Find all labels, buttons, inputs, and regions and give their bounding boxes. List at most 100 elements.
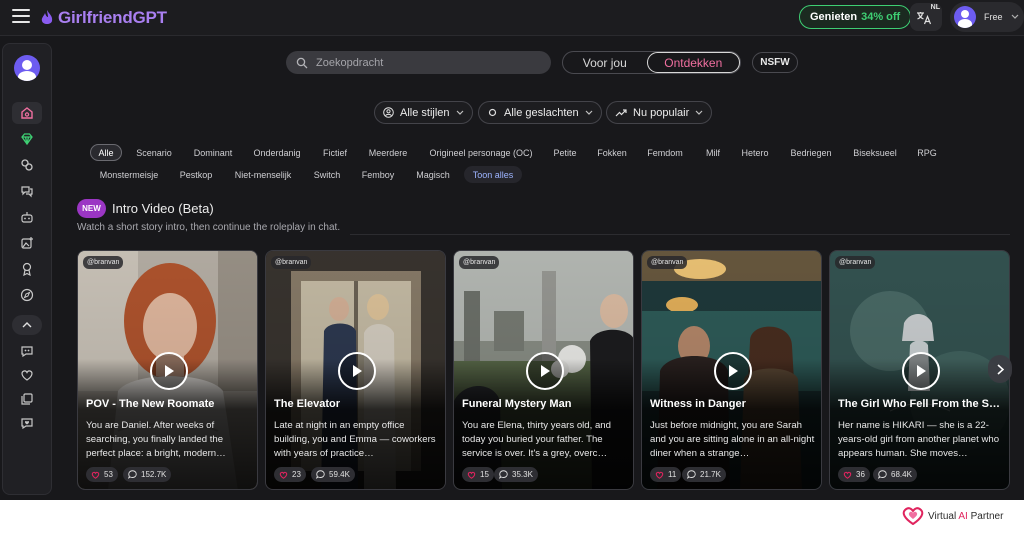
logo-text: GirlfriendGPT — [58, 8, 167, 27]
creator-tag[interactable]: @branvan — [83, 256, 124, 269]
nsfw-toggle[interactable]: NSFW — [752, 52, 798, 73]
tag-chip[interactable]: Niet-menselijk — [228, 166, 298, 183]
tag-chip[interactable]: Fokken — [592, 144, 632, 161]
tag-chip[interactable]: Magisch — [410, 166, 456, 183]
user-circle-icon — [383, 107, 394, 118]
video-card[interactable]: @branvan Funeral Mystery Man You are Ele… — [453, 250, 634, 490]
video-card[interactable]: @branvan The Girl Who Fell From the S… H… — [829, 250, 1010, 490]
menu-icon[interactable] — [12, 9, 30, 25]
likes-value: 11 — [668, 470, 677, 479]
tag-chip[interactable]: RPG — [912, 144, 942, 161]
carousel-next-button[interactable] — [988, 355, 1012, 383]
creator-tag[interactable]: @branvan — [835, 256, 876, 269]
sidebar-item-explore[interactable] — [12, 284, 42, 306]
heart-icon — [655, 471, 664, 479]
show-all-tags-button[interactable]: Toon alles — [464, 166, 522, 183]
play-button[interactable] — [338, 352, 376, 390]
tag-chip[interactable]: Fictief — [316, 144, 354, 161]
tab-voor-jou[interactable]: Voor jou — [563, 52, 647, 73]
play-button[interactable] — [526, 352, 564, 390]
play-button[interactable] — [902, 352, 940, 390]
chats-count: 21.7K — [682, 467, 726, 482]
watermark: Virtual AI Partner — [902, 507, 1003, 525]
tag-chip[interactable]: Milf — [698, 144, 728, 161]
compass-icon — [20, 288, 34, 302]
tag-chip[interactable]: Monstermeisje — [94, 166, 164, 183]
tag-chip[interactable]: Alle — [90, 144, 122, 161]
chevron-down-icon — [456, 110, 463, 115]
chats-count: 35.3K — [494, 467, 538, 482]
tag-chip[interactable]: Origineel personage (OC) — [424, 144, 538, 161]
play-icon — [165, 365, 174, 377]
creator-tag[interactable]: @branvan — [271, 256, 312, 269]
likes-count[interactable]: 36 — [838, 467, 870, 482]
play-button[interactable] — [150, 352, 188, 390]
comment-icon — [687, 470, 696, 479]
tag-chip[interactable]: Scenario — [130, 144, 178, 161]
sidebar-item-chats[interactable] — [12, 180, 42, 202]
tag-chip[interactable]: Onderdanig — [248, 144, 306, 161]
tag-chip[interactable]: Dominant — [188, 144, 238, 161]
gender-filter-dropdown[interactable]: Alle geslachten — [478, 101, 602, 124]
video-card[interactable]: @branvan POV - The New Roomate You are D… — [77, 250, 258, 490]
section-title: Intro Video (Beta) — [112, 201, 214, 216]
likes-count[interactable]: 11 — [650, 467, 682, 482]
sidebar-item-premium[interactable] — [12, 128, 42, 150]
sidebar-item-links[interactable] — [12, 154, 42, 176]
tag-chip[interactable]: Switch — [308, 166, 346, 183]
likes-count[interactable]: 53 — [86, 467, 118, 482]
logo[interactable]: GirlfriendGPT — [40, 8, 167, 28]
app-window: GirlfriendGPT Genieten 34% off NL Free Z… — [0, 0, 1024, 500]
search-input[interactable] — [316, 56, 536, 69]
sidebar-item-gallery[interactable] — [12, 388, 42, 410]
sidebar-item-companions[interactable] — [12, 412, 42, 434]
tag-chip[interactable]: Biseksueel — [848, 144, 902, 161]
sidebar-item-create-bot[interactable] — [12, 206, 42, 228]
user-menu[interactable]: Free — [950, 2, 1024, 32]
sidebar-collapse-button[interactable] — [12, 315, 42, 335]
chats-count: 152.7K — [123, 467, 172, 482]
card-description: You are Elena, thirty years old, and tod… — [462, 420, 611, 459]
heart-icon — [21, 370, 33, 381]
sidebar-item-images[interactable] — [12, 232, 42, 254]
language-button[interactable]: NL — [910, 3, 942, 31]
comment-icon — [128, 470, 137, 479]
tag-chip[interactable]: Femboy — [356, 166, 400, 183]
style-filter-dropdown[interactable]: Alle stijlen — [374, 101, 473, 124]
sidebar-item-favorites[interactable] — [12, 364, 42, 386]
tab-ontdekken[interactable]: Ontdekken — [646, 52, 740, 73]
play-icon — [729, 365, 738, 377]
card-description: Just before midnight, you are Sarah and … — [650, 420, 815, 459]
trending-icon — [615, 108, 627, 116]
likes-count[interactable]: 15 — [462, 467, 494, 482]
play-icon — [541, 365, 550, 377]
chevron-right-icon — [996, 363, 1004, 375]
tag-chip[interactable]: Hetero — [736, 144, 774, 161]
comment-icon — [316, 470, 325, 479]
creator-tag[interactable]: @branvan — [459, 256, 500, 269]
section-subtitle: Watch a short story intro, then continue… — [77, 222, 341, 233]
sidebar-item-rewards[interactable] — [12, 258, 42, 280]
promo-button[interactable]: Genieten 34% off — [799, 5, 912, 29]
play-icon — [353, 365, 362, 377]
bot-chat-icon — [21, 346, 33, 358]
tag-chip[interactable]: Bedriegen — [786, 144, 836, 161]
tag-chip[interactable]: Petite — [548, 144, 582, 161]
sidebar-item-bot-chats[interactable] — [12, 340, 42, 362]
tag-chip[interactable]: Meerdere — [364, 144, 412, 161]
creator-tag[interactable]: @branvan — [647, 256, 688, 269]
sort-dropdown[interactable]: Nu populair — [606, 101, 713, 124]
play-button[interactable] — [714, 352, 752, 390]
video-card[interactable]: @branvan The Elevator Late at night in a… — [265, 250, 446, 490]
likes-count[interactable]: 23 — [274, 467, 306, 482]
sidebar-avatar[interactable] — [14, 55, 40, 81]
search-bar[interactable] — [286, 51, 551, 74]
tag-chip[interactable]: Pestkop — [174, 166, 218, 183]
video-card[interactable]: @branvan Witness in Danger Just before m… — [641, 250, 822, 490]
sidebar-item-home[interactable] — [12, 102, 42, 124]
card-title: Witness in Danger — [650, 398, 746, 410]
chats-value: 35.3K — [512, 470, 533, 479]
chats-value: 21.7K — [700, 470, 721, 479]
footer-strip — [0, 500, 1024, 534]
tag-chip[interactable]: Femdom — [642, 144, 688, 161]
